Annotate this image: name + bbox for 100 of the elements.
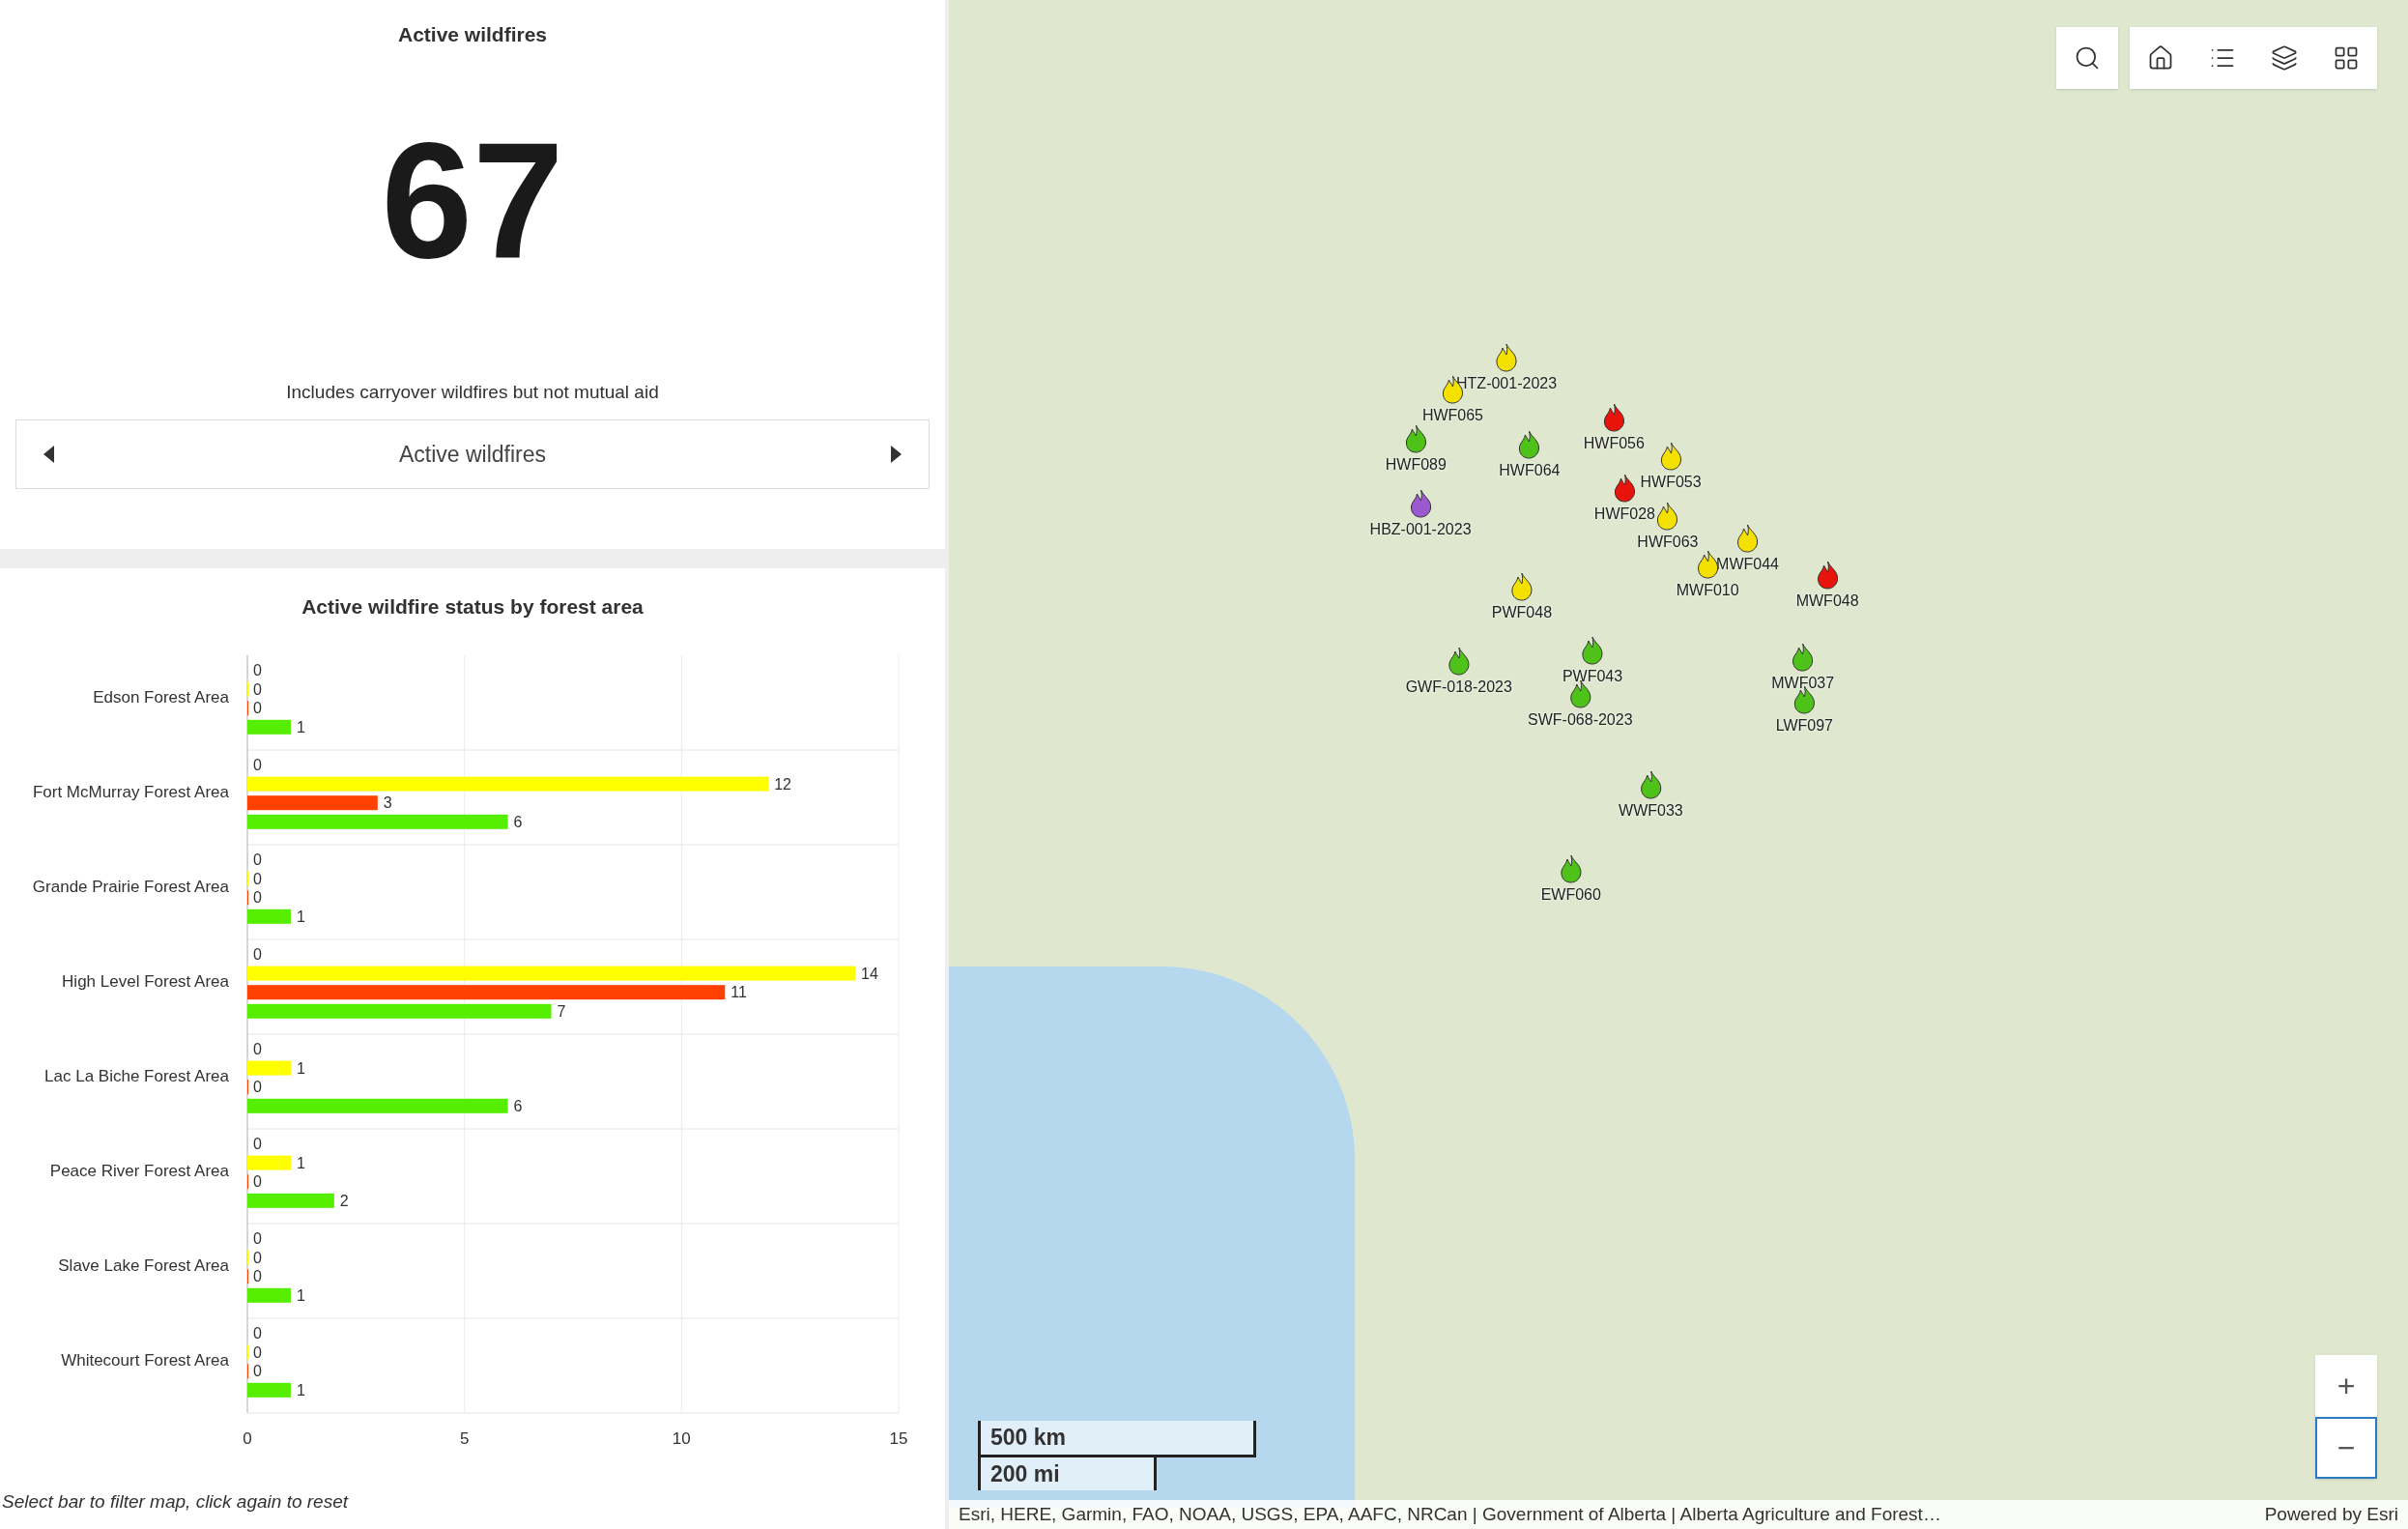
value-label: 1 [296,908,305,925]
fire-label: GWF-018-2023 [1405,678,1512,698]
indicator-title: Active wildfires [397,22,548,47]
bar[interactable] [247,794,378,810]
flame-icon[interactable] [1790,642,1816,672]
value-label: 0 [253,851,262,868]
flame-icon[interactable] [1654,501,1680,531]
value-label: 0 [253,1040,262,1057]
chart-title: Active wildfire status by forest area [301,594,644,620]
zoom-in-button[interactable]: + [2315,1355,2377,1417]
category-label: Edson Forest Area [93,687,229,707]
value-label: 1 [296,718,305,736]
flame-icon[interactable] [1516,430,1542,460]
value-label: 0 [253,680,262,698]
bar[interactable] [247,984,726,999]
category-label: Grande Prairie Forest Area [32,877,229,896]
home-icon [2147,44,2174,72]
value-label: 12 [774,775,791,793]
value-label: 0 [253,1267,262,1284]
fire-label: MWF044 [1716,555,1779,575]
flame-icon[interactable] [1508,571,1534,601]
fire-label: MWF048 [1795,591,1859,612]
value-label: 2 [339,1192,349,1209]
flame-icon[interactable] [1815,561,1841,591]
value-label: 14 [861,965,878,982]
value-label: 1 [296,1154,305,1171]
value-label: 0 [253,1362,262,1379]
axis-tick-label: 10 [672,1428,691,1448]
axis-tick-label: 15 [889,1428,908,1448]
fire-label: LWF097 [1775,716,1833,736]
previous-button[interactable] [43,446,54,463]
flame-icon[interactable] [1734,524,1761,554]
value-label: 0 [253,661,262,678]
value-label: 6 [513,1097,523,1114]
indicator-value: 67 [381,117,564,282]
fire-label: HBZ-001-2023 [1369,519,1472,539]
category-label: Slave Lake Forest Area [58,1255,229,1275]
value-label: 0 [253,1229,262,1247]
flame-icon[interactable] [1658,441,1684,471]
value-label: 0 [253,888,262,906]
value-label: 6 [513,813,523,830]
axis-tick-label: 0 [243,1428,252,1448]
fire-label: EWF060 [1540,884,1601,905]
chart-footer: Select bar to filter map, click again to reset [2,1487,945,1515]
value-label: 0 [253,1135,262,1152]
category-label: Peace River Forest Area [49,1161,229,1180]
flame-icon[interactable] [1601,402,1627,432]
flame-icon[interactable] [1558,853,1584,883]
next-button[interactable] [891,446,902,463]
value-label: 0 [253,1249,262,1266]
category-label: Lac La Biche Forest Area [44,1066,229,1085]
flame-icon[interactable] [1638,769,1664,799]
fire-label: WWF033 [1619,800,1683,821]
fire-label: HWF028 [1593,504,1655,524]
fire-label: HWF053 [1640,472,1702,492]
flame-icon[interactable] [1408,488,1434,518]
fire-label: HWF064 [1499,461,1561,481]
value-label: 0 [253,756,262,773]
value-label: 7 [557,1002,566,1020]
grid-icon [2333,44,2360,72]
value-label: 1 [296,1059,305,1077]
fire-label: HWF056 [1583,433,1645,453]
value-label: 11 [731,983,747,1000]
fire-label: HWF065 [1421,406,1483,426]
value-label: 0 [253,945,262,963]
value-label: 0 [253,1324,262,1341]
category-label: Fort McMurray Forest Area [32,782,229,801]
zoom-out-button[interactable]: − [2315,1417,2377,1479]
axis-tick-label: 5 [459,1428,470,1448]
fire-label: SWF-068-2023 [1528,709,1633,730]
flame-icon[interactable] [1494,342,1520,372]
scale-bar: 200 mi [978,1457,1157,1490]
value-label: 0 [253,1343,262,1361]
search-button[interactable] [2056,27,2118,89]
attribution-text: Esri, HERE, Garmin, FAO, NOAA, USGS, EPA, AAFC, NRCan | Government of Alberta | Alberta Agriculture and Forest… [959,1502,1941,1526]
category-label: High Level Forest Area [62,971,229,991]
flame-icon[interactable] [1446,647,1472,677]
value-label: 0 [253,870,262,887]
scale-bar: 500 km [978,1421,1256,1457]
navigator-label: Active wildfires [398,440,547,469]
flame-icon[interactable] [1612,473,1638,503]
value-label: 1 [296,1381,305,1399]
value-label: 3 [383,793,392,811]
value-label: 1 [296,1286,305,1304]
fire-label: HWF089 [1385,455,1447,476]
value-label: 0 [253,1078,262,1095]
search-icon [2074,44,2101,72]
fire-label: MWF037 [1771,673,1835,693]
fire-label: PWF043 [1562,667,1623,687]
fire-label: HWF063 [1637,532,1699,552]
powered-by-text: Powered by Esri [2264,1502,2398,1526]
fire-label: MWF010 [1676,581,1739,601]
layers-icon [2271,44,2298,72]
fire-label: PWF048 [1491,602,1553,622]
category-label: Whitecourt Forest Area [61,1350,229,1370]
value-label: 0 [253,1172,262,1190]
flame-icon[interactable] [1403,424,1429,454]
indicator-note: Includes carryover wildfires but not mutual aid [286,380,659,404]
value-label: 0 [253,699,262,716]
fire-label: HTZ-001-2023 [1456,373,1558,393]
